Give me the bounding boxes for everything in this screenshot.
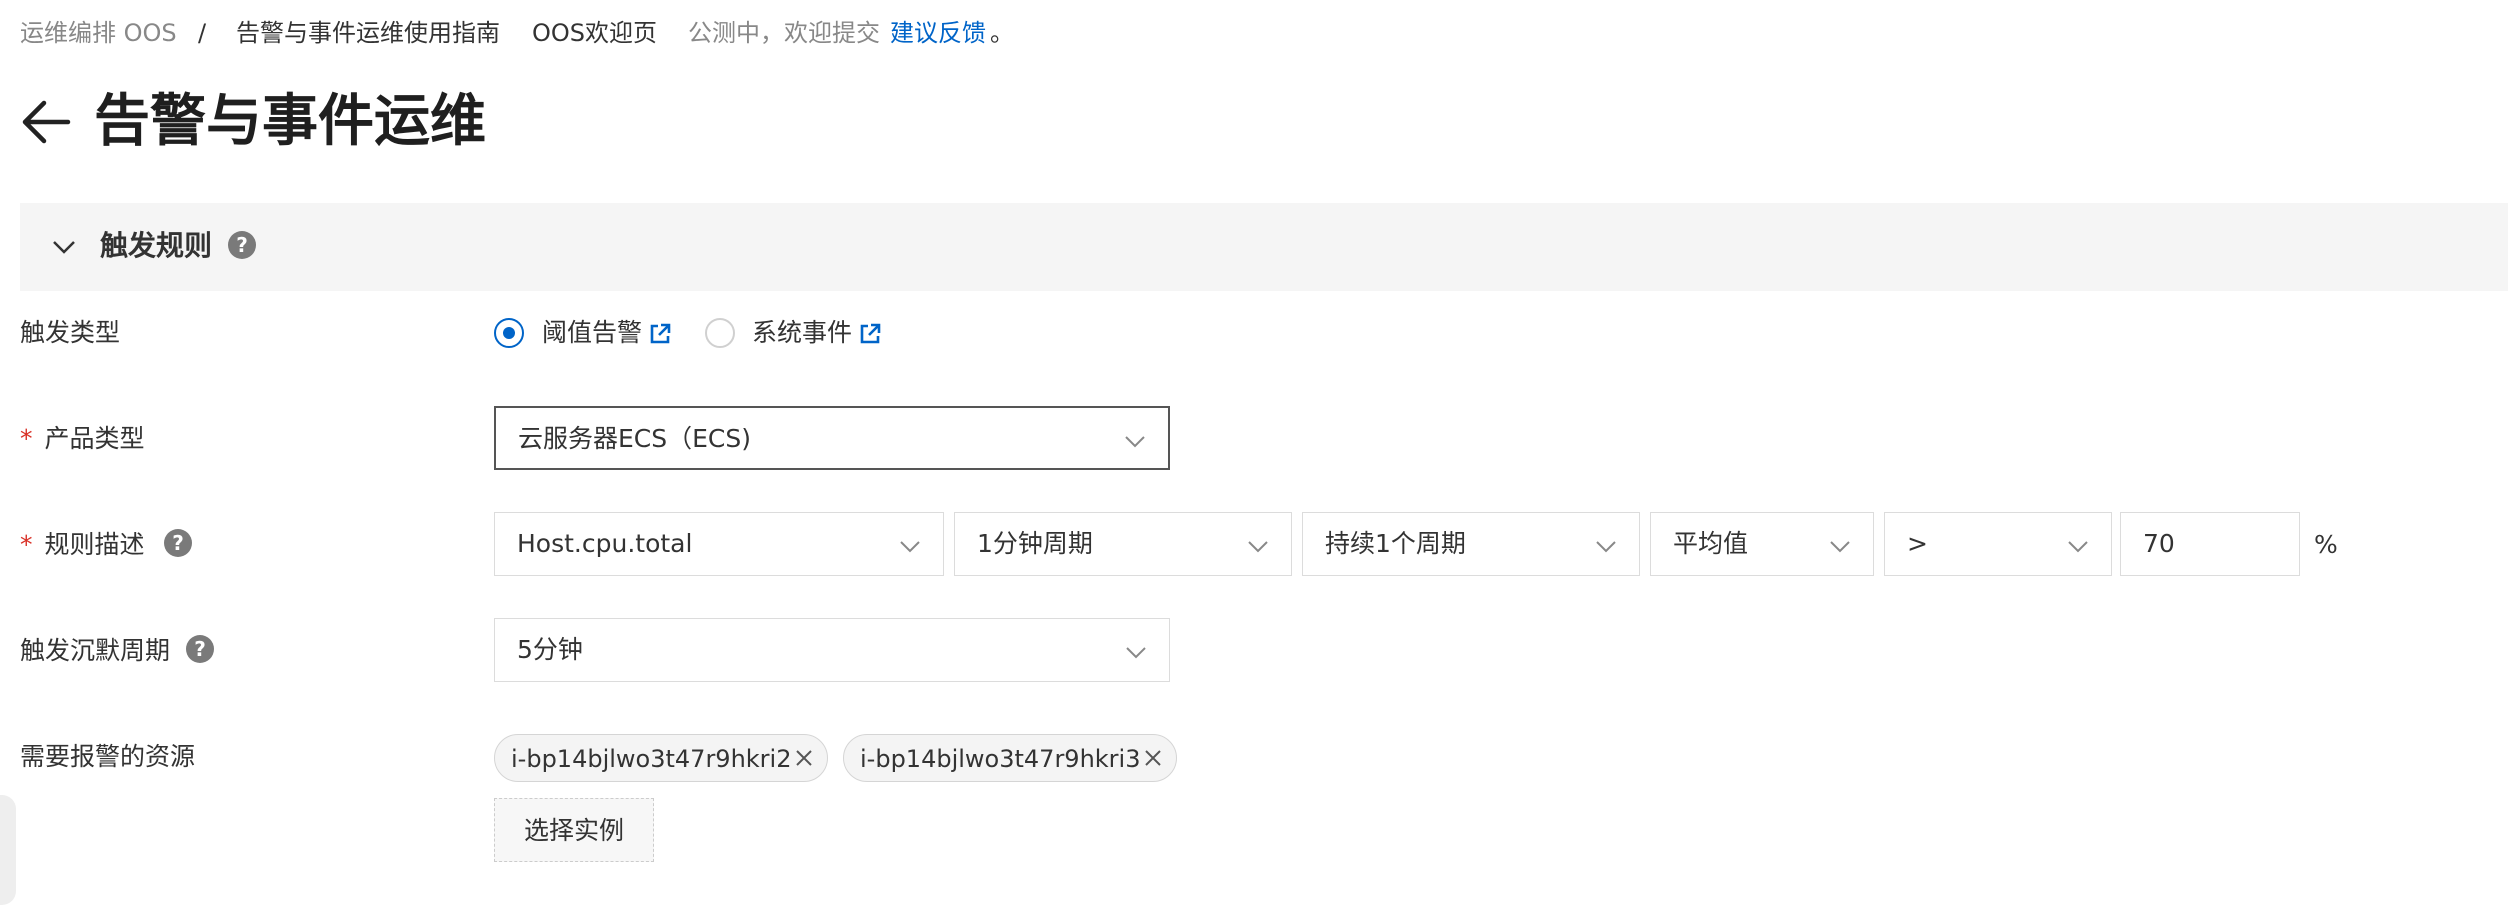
threshold-unit: % [2314, 530, 2338, 559]
radio-system-event[interactable] [705, 318, 735, 348]
resource-tag-text: i-bp14bjlwo3t47r9hkri2 [511, 745, 792, 773]
required-mark: * [20, 424, 33, 453]
page-edge-decoration [0, 795, 16, 905]
breadcrumb-guide-link[interactable]: 告警与事件运维使用指南 [236, 18, 500, 48]
help-icon[interactable]: ? [228, 231, 256, 259]
breadcrumb-period: 。 [990, 19, 1014, 47]
product-type-label-text: 产品类型 [44, 424, 145, 453]
chevron-down-icon [1830, 541, 1850, 553]
close-icon[interactable] [795, 749, 813, 767]
product-type-label: * 产品类型 [20, 423, 145, 455]
select-instance-label: 选择实例 [523, 816, 624, 845]
chevron-down-icon [1248, 541, 1268, 553]
product-type-value: 云服务器ECS（ECS) [518, 424, 751, 453]
threshold-value: 70 [2143, 529, 2175, 558]
threshold-input[interactable]: 70 [2120, 512, 2300, 576]
help-icon[interactable]: ? [164, 529, 192, 557]
statistic-select[interactable]: 平均值 [1650, 512, 1874, 576]
trigger-type-label: 触发类型 [20, 318, 121, 347]
external-link-icon[interactable] [858, 322, 882, 346]
back-arrow-icon[interactable] [20, 96, 72, 148]
period-select[interactable]: 1分钟周期 [954, 512, 1292, 576]
chevron-down-icon[interactable] [52, 235, 76, 259]
page-title: 告警与事件运维 [94, 89, 486, 154]
metric-select[interactable]: Host.cpu.total [494, 512, 944, 576]
product-type-select[interactable]: 云服务器ECS（ECS) [494, 406, 1170, 470]
external-link-icon[interactable] [648, 322, 672, 346]
silence-period-select[interactable]: 5分钟 [494, 618, 1170, 682]
rule-label-text: 规则描述 [44, 530, 145, 559]
resource-tag-text: i-bp14bjlwo3t47r9hkri3 [860, 745, 1141, 773]
resource-tag: i-bp14bjlwo3t47r9hkri2 [494, 734, 828, 782]
operator-value: > [1907, 529, 1928, 558]
help-icon[interactable]: ? [186, 635, 214, 663]
required-mark: * [20, 530, 33, 559]
breadcrumb-welcome-link[interactable]: OOS欢迎页 [532, 18, 657, 48]
section-header[interactable] [20, 203, 2508, 291]
feedback-link[interactable]: 建议反馈 [890, 18, 986, 48]
radio-threshold-alarm[interactable] [494, 318, 524, 348]
period-value: 1分钟周期 [977, 529, 1093, 558]
close-icon[interactable] [1144, 749, 1162, 767]
resource-tag: i-bp14bjlwo3t47r9hkri3 [843, 734, 1177, 782]
breadcrumb-root[interactable]: 运维编排 OOS [20, 18, 177, 48]
resources-label: 需要报警的资源 [20, 742, 196, 771]
chevron-down-icon [900, 541, 920, 553]
radio-system-event-label[interactable]: 系统事件 [752, 317, 852, 349]
silence-period-value: 5分钟 [517, 635, 583, 664]
operator-select[interactable]: > [1884, 512, 2112, 576]
chevron-down-icon [1126, 647, 1146, 659]
section-title: 触发规则 [100, 229, 213, 262]
statistic-value: 平均值 [1673, 529, 1749, 558]
select-instance-button[interactable]: 选择实例 [494, 798, 654, 862]
breadcrumb-separator: / [198, 19, 207, 47]
rule-label: * 规则描述 [20, 529, 145, 561]
duration-value: 持续1个周期 [1325, 529, 1466, 558]
chevron-down-icon [2068, 541, 2088, 553]
chevron-down-icon [1125, 436, 1145, 448]
silence-period-label: 触发沉默周期 [20, 636, 171, 665]
duration-select[interactable]: 持续1个周期 [1302, 512, 1640, 576]
radio-threshold-alarm-label[interactable]: 阈值告警 [542, 317, 642, 349]
chevron-down-icon [1596, 541, 1616, 553]
metric-value: Host.cpu.total [517, 529, 693, 558]
beta-notice: 公测中，欢迎提交 [688, 19, 880, 47]
